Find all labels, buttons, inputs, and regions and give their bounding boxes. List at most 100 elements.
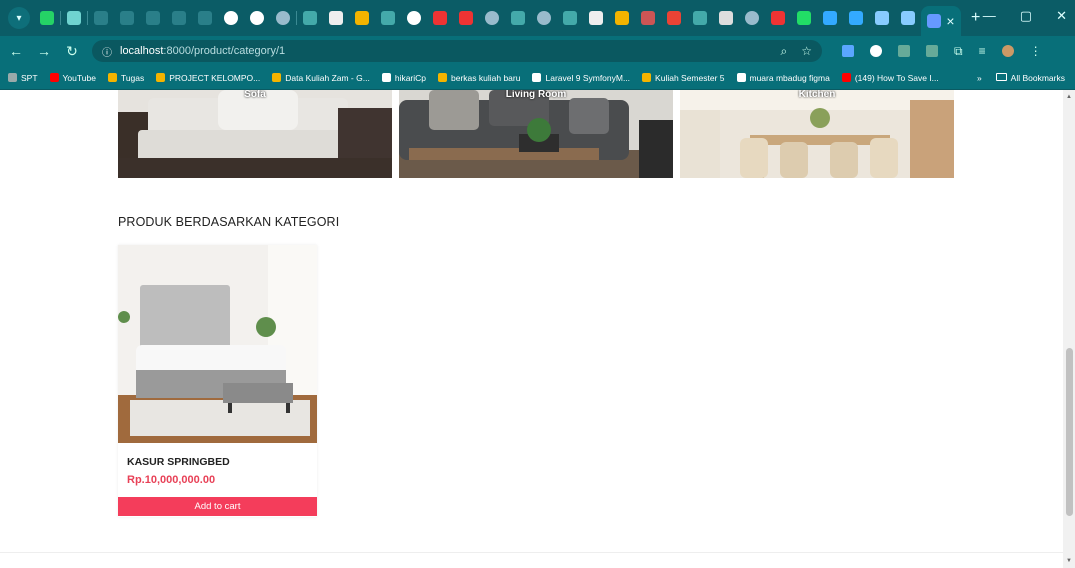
tab-icon[interactable] [563, 11, 577, 25]
tab-icon[interactable] [719, 11, 733, 25]
bookmark-item[interactable]: muara mbadug figma [736, 72, 830, 83]
tab-search-icon[interactable]: ▾ [8, 7, 30, 29]
bookmark-item[interactable]: Data Kuliah Zam - G... [272, 73, 370, 83]
scrollbar-thumb[interactable] [1066, 348, 1073, 516]
gmail-tab-icon[interactable] [667, 11, 681, 25]
page-scrollbar[interactable]: ▲ ▼ [1063, 90, 1075, 568]
add-to-cart-button[interactable]: Add to cart [118, 497, 317, 516]
tab-icon[interactable] [615, 11, 629, 25]
bookmark-item[interactable]: Kuliah Semester 5 [642, 73, 725, 83]
tab-icon[interactable] [94, 11, 108, 25]
bookmark-item[interactable]: berkas kuliah baru [438, 73, 520, 83]
extension-icon[interactable] [926, 45, 938, 57]
url-path: :8000/product/category/1 [163, 45, 286, 57]
tab-icon[interactable] [537, 11, 551, 25]
tab-icon[interactable] [146, 11, 160, 25]
profile-avatar[interactable] [1001, 45, 1014, 57]
window-controls: — ▢ ✕ [983, 8, 1067, 24]
tab-icon[interactable] [459, 11, 473, 25]
tab-icon[interactable] [589, 11, 603, 25]
zoom-icon[interactable]: ⌕ [781, 44, 788, 59]
tab-icon[interactable] [250, 11, 264, 25]
more-bookmarks-button[interactable]: » [977, 73, 982, 83]
bookmark-label: Tugas [120, 72, 145, 83]
scroll-up-icon[interactable]: ▲ [1066, 94, 1072, 100]
extensions-puzzle-icon[interactable]: ⧉ [954, 44, 963, 59]
tab-icon[interactable] [641, 11, 655, 25]
bookmark-item[interactable]: PROJECT KELOMPO... [156, 73, 260, 83]
extension-icon[interactable] [898, 45, 910, 57]
tab-icon[interactable] [511, 11, 525, 25]
tab-icon[interactable] [875, 11, 889, 25]
tab-icon[interactable] [745, 11, 759, 25]
restore-icon[interactable]: ▢ [1020, 8, 1032, 24]
tab-icon[interactable] [172, 11, 186, 25]
browser-menu-icon[interactable]: ⋮ [1030, 44, 1042, 58]
minimize-icon[interactable]: — [983, 8, 996, 24]
product-card[interactable]: KASUR SPRINGBED Rp.10,000,000.00 Add to … [118, 245, 317, 517]
extension-icon[interactable] [870, 45, 882, 57]
tab-icon[interactable] [485, 11, 499, 25]
tab-icon[interactable] [224, 11, 238, 25]
product-image[interactable] [118, 245, 317, 443]
living-room-image [399, 90, 673, 178]
tab-icon[interactable] [433, 11, 447, 25]
bookmark-icon [272, 73, 282, 82]
close-tab-icon[interactable]: × [946, 14, 954, 28]
category-banner-sofa[interactable]: Sofa [118, 90, 392, 178]
url-bar[interactable]: ⓘ localhost:8000/product/category/1 ⌕ ☆ [92, 40, 822, 62]
category-banner-kitchen[interactable]: Kitchen [680, 90, 954, 178]
tab-icon[interactable] [901, 11, 915, 25]
bookmark-item[interactable]: hikariCp [381, 73, 426, 83]
pinned-tabs: × + [34, 0, 980, 36]
tab-icon[interactable] [67, 11, 81, 25]
all-bookmarks-button[interactable]: All Bookmarks [995, 73, 1065, 83]
tab-icon[interactable] [797, 11, 811, 25]
url-host: localhost [120, 45, 164, 57]
active-tab[interactable]: × [921, 6, 961, 36]
bookmark-item[interactable]: Laravel 9 SymfonyM... [532, 73, 630, 83]
product-name[interactable]: KASUR SPRINGBED [127, 456, 230, 468]
tab-icon[interactable] [849, 11, 863, 25]
tab-icon[interactable] [381, 11, 395, 25]
kitchen-image [680, 90, 954, 178]
all-bookmarks-label: All Bookmarks [1010, 73, 1065, 83]
bookmark-label: Data Kuliah Zam - G... [285, 72, 370, 83]
bookmark-item[interactable]: Tugas [107, 72, 145, 83]
reading-list-icon[interactable]: ≡ [979, 44, 986, 58]
bookmark-item[interactable]: SPT [8, 73, 38, 83]
product-price: Rp.10,000,000.00 [127, 474, 216, 486]
tab-icon[interactable] [276, 11, 290, 25]
bookmark-icon [8, 73, 17, 82]
bookmark-icon [642, 73, 652, 82]
back-icon[interactable]: ← [4, 43, 28, 59]
tab-icon[interactable] [407, 11, 421, 25]
page-content: Sofa Living Room Kitchen PRODUK BERDASAR… [0, 90, 1063, 568]
category-banner-living-room[interactable]: Living Room [399, 90, 673, 178]
tab-icon[interactable] [120, 11, 134, 25]
tab-icon[interactable] [355, 11, 369, 25]
bookmark-item[interactable]: YouTube [49, 73, 96, 83]
bookmark-item[interactable]: (149) How To Save I... [841, 73, 939, 83]
close-window-icon[interactable]: ✕ [1056, 8, 1067, 24]
active-tab-icon [927, 14, 942, 28]
reload-icon[interactable]: ↻ [60, 43, 84, 60]
bookmark-label: muara mbadug figma [749, 72, 830, 83]
tab-icon[interactable] [303, 11, 317, 25]
tab-icon[interactable] [771, 11, 785, 25]
tab-icon[interactable] [693, 11, 707, 25]
new-tab-icon[interactable]: + [971, 10, 980, 26]
bookmark-star-icon[interactable]: ☆ [801, 44, 812, 59]
tab-icon[interactable] [198, 11, 212, 25]
tab-icon[interactable] [823, 11, 837, 25]
scroll-down-icon[interactable]: ▼ [1066, 558, 1072, 564]
extension-icon[interactable] [842, 45, 854, 57]
whatsapp-tab-icon[interactable] [40, 11, 54, 25]
forward-icon[interactable]: → [32, 43, 56, 59]
tab-icon[interactable] [329, 11, 343, 25]
bookmark-icon [156, 73, 166, 82]
bookmarks-bar-right: » All Bookmarks [977, 66, 1065, 90]
site-info-icon[interactable]: ⓘ [102, 44, 112, 59]
bookmark-label: berkas kuliah baru [451, 72, 521, 83]
category-label: Kitchen [798, 90, 836, 100]
